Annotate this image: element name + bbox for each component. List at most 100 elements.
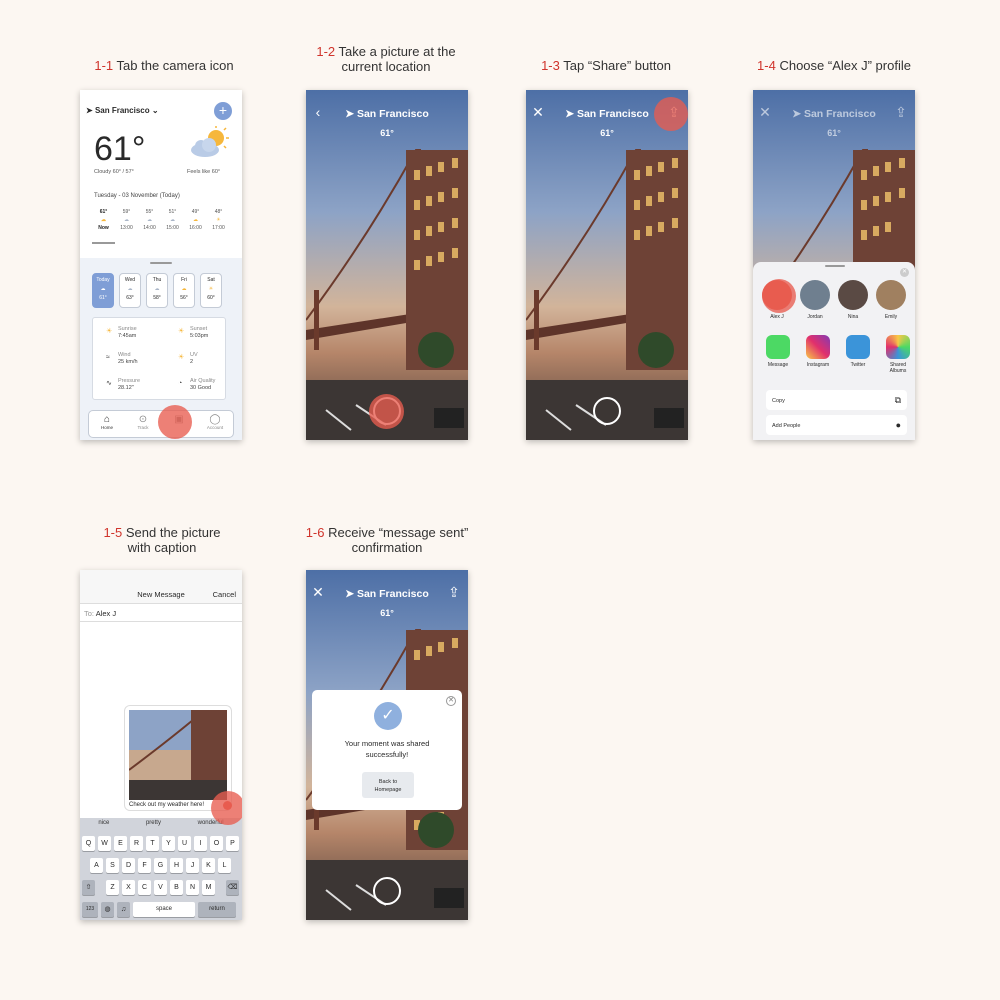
key[interactable]: I [194, 836, 207, 851]
day-item[interactable]: Today ☁ 61° [92, 273, 114, 308]
close-icon[interactable]: ✕ [900, 268, 909, 277]
location-selector[interactable]: ➤ San Francisco ⌄ [86, 106, 159, 115]
key[interactable]: B [170, 880, 183, 895]
shift-key[interactable]: ⇧ [82, 880, 95, 895]
hour-item[interactable]: 59° ☁ 13:00 [115, 208, 138, 244]
condition-text: Cloudy 60° / 57° [94, 169, 134, 175]
key[interactable]: L [218, 858, 231, 873]
hour-temp: 59° [122, 209, 131, 215]
key[interactable]: E [114, 836, 127, 851]
person-jordan[interactable]: Jordan [799, 280, 831, 320]
sunset-icon: ☀ [216, 217, 221, 223]
hour-item[interactable]: 61° ☁ Now [92, 208, 115, 244]
hour-item[interactable]: 51° ☁ 15:00 [161, 208, 184, 244]
tab-home[interactable]: ⌂ Home [92, 411, 122, 437]
hour-item[interactable]: 48° ☀ 17:00 [207, 208, 230, 244]
shutter-button[interactable] [593, 397, 621, 425]
day-item[interactable]: Sat ☀ 60° [200, 273, 222, 308]
screen-camera: ‹ ➤ San Francisco 61° [306, 90, 468, 440]
key[interactable]: R [130, 836, 143, 851]
share-header: ✕ ➤ San Francisco 61° ⇪ [753, 90, 915, 150]
step-1-4-caption: 1-4 Choose “Alex J” profile [748, 58, 920, 73]
hour-item[interactable]: 49° ☁ 16:00 [184, 208, 207, 244]
app-shared-albums[interactable]: Shared Albums [883, 335, 913, 374]
key[interactable]: T [146, 836, 159, 851]
person-emily[interactable]: Emily [875, 280, 907, 320]
key[interactable]: X [122, 880, 135, 895]
keyboard-row-4: 123 ◍ ♫ space return [82, 902, 236, 917]
day-name: Fri [181, 277, 187, 283]
sheet-handle[interactable] [150, 262, 172, 264]
return-key[interactable]: return [198, 902, 236, 917]
sun-cloud-icon: ☁ [181, 286, 187, 292]
key[interactable]: K [202, 858, 215, 873]
hour-item[interactable]: 55° ☁ 14:00 [138, 208, 161, 244]
app-instagram[interactable]: Instagram [803, 335, 833, 374]
step-text-2: confirmation [351, 540, 423, 555]
sheet-handle[interactable] [825, 265, 845, 267]
tap-indicator [211, 791, 242, 825]
detail-label: Wind [118, 352, 131, 358]
space-key[interactable]: space [133, 902, 195, 917]
share-icon[interactable]: ⇪ [444, 584, 464, 601]
back-to-homepage-button[interactable]: Back to Homepage [362, 772, 414, 798]
key[interactable]: H [170, 858, 183, 873]
key[interactable]: V [154, 880, 167, 895]
sun-icon: ☀ [208, 286, 214, 292]
tab-account[interactable]: ◯ Account [200, 411, 230, 437]
add-location-button[interactable]: + [214, 102, 232, 120]
key[interactable]: U [178, 836, 191, 851]
detail-label: Sunset [190, 326, 208, 332]
add-people-action[interactable]: Add People ● [766, 415, 907, 435]
copy-action[interactable]: Copy ⧉ [766, 390, 907, 410]
tap-indicator [762, 279, 796, 313]
day-item[interactable]: Fri ☁ 56° [173, 273, 195, 308]
day-item[interactable]: Thu ☁ 58° [146, 273, 168, 308]
step-text-2: with caption [127, 540, 197, 555]
tap-indicator [158, 405, 192, 439]
key[interactable]: Y [162, 836, 175, 851]
key[interactable]: C [138, 880, 151, 895]
numbers-key[interactable]: 123 [82, 902, 98, 917]
tab-track[interactable]: ⊙ Track [128, 411, 158, 437]
hour-temp: 61° [99, 209, 108, 215]
key[interactable]: F [138, 858, 151, 873]
microphone-icon[interactable]: ♫ [117, 902, 130, 917]
close-icon[interactable]: ✕ [446, 696, 456, 706]
button-line-1: Back to [378, 779, 398, 785]
pressure-detail: ∿ Pressure 28.12" [106, 378, 140, 392]
share-icon[interactable]: ⇪ [891, 104, 911, 121]
key[interactable]: P [226, 836, 239, 851]
key[interactable]: J [186, 858, 199, 873]
person-nina[interactable]: Nina [837, 280, 869, 320]
key[interactable]: M [202, 880, 215, 895]
date-label: Tuesday - 03 November (Today) [94, 193, 180, 199]
key[interactable]: Z [106, 880, 119, 895]
suggestion[interactable]: nice [98, 820, 109, 826]
step-text-2: current location [341, 59, 431, 74]
chevron-down-icon: ⌄ [151, 106, 159, 115]
shutter-button[interactable] [373, 877, 401, 905]
cancel-button[interactable]: Cancel [213, 590, 236, 599]
confirm-header: ✕ ➤ San Francisco 61° ⇪ [306, 570, 468, 630]
day-item[interactable]: Wed ☁ 63° [119, 273, 141, 308]
globe-icon[interactable]: ◍ [101, 902, 114, 917]
key[interactable]: G [154, 858, 167, 873]
key[interactable]: A [90, 858, 103, 873]
step-text: Tap “Share” button [563, 58, 671, 73]
to-field[interactable]: To: Alex J [80, 604, 242, 622]
backspace-key[interactable]: ⌫ [226, 880, 239, 895]
app-message[interactable]: Message [763, 335, 793, 374]
suggestion[interactable]: pretty [146, 820, 161, 826]
app-twitter[interactable]: Twitter [843, 335, 873, 374]
app-label: Shared Albums [889, 362, 907, 374]
key[interactable]: S [106, 858, 119, 873]
key[interactable]: O [210, 836, 223, 851]
cloud-icon: ☁ [100, 286, 106, 292]
key[interactable]: Q [82, 836, 95, 851]
key[interactable]: D [122, 858, 135, 873]
key[interactable]: N [186, 880, 199, 895]
photos-icon [886, 335, 910, 359]
day-name: Today [96, 277, 110, 283]
key[interactable]: W [98, 836, 111, 851]
